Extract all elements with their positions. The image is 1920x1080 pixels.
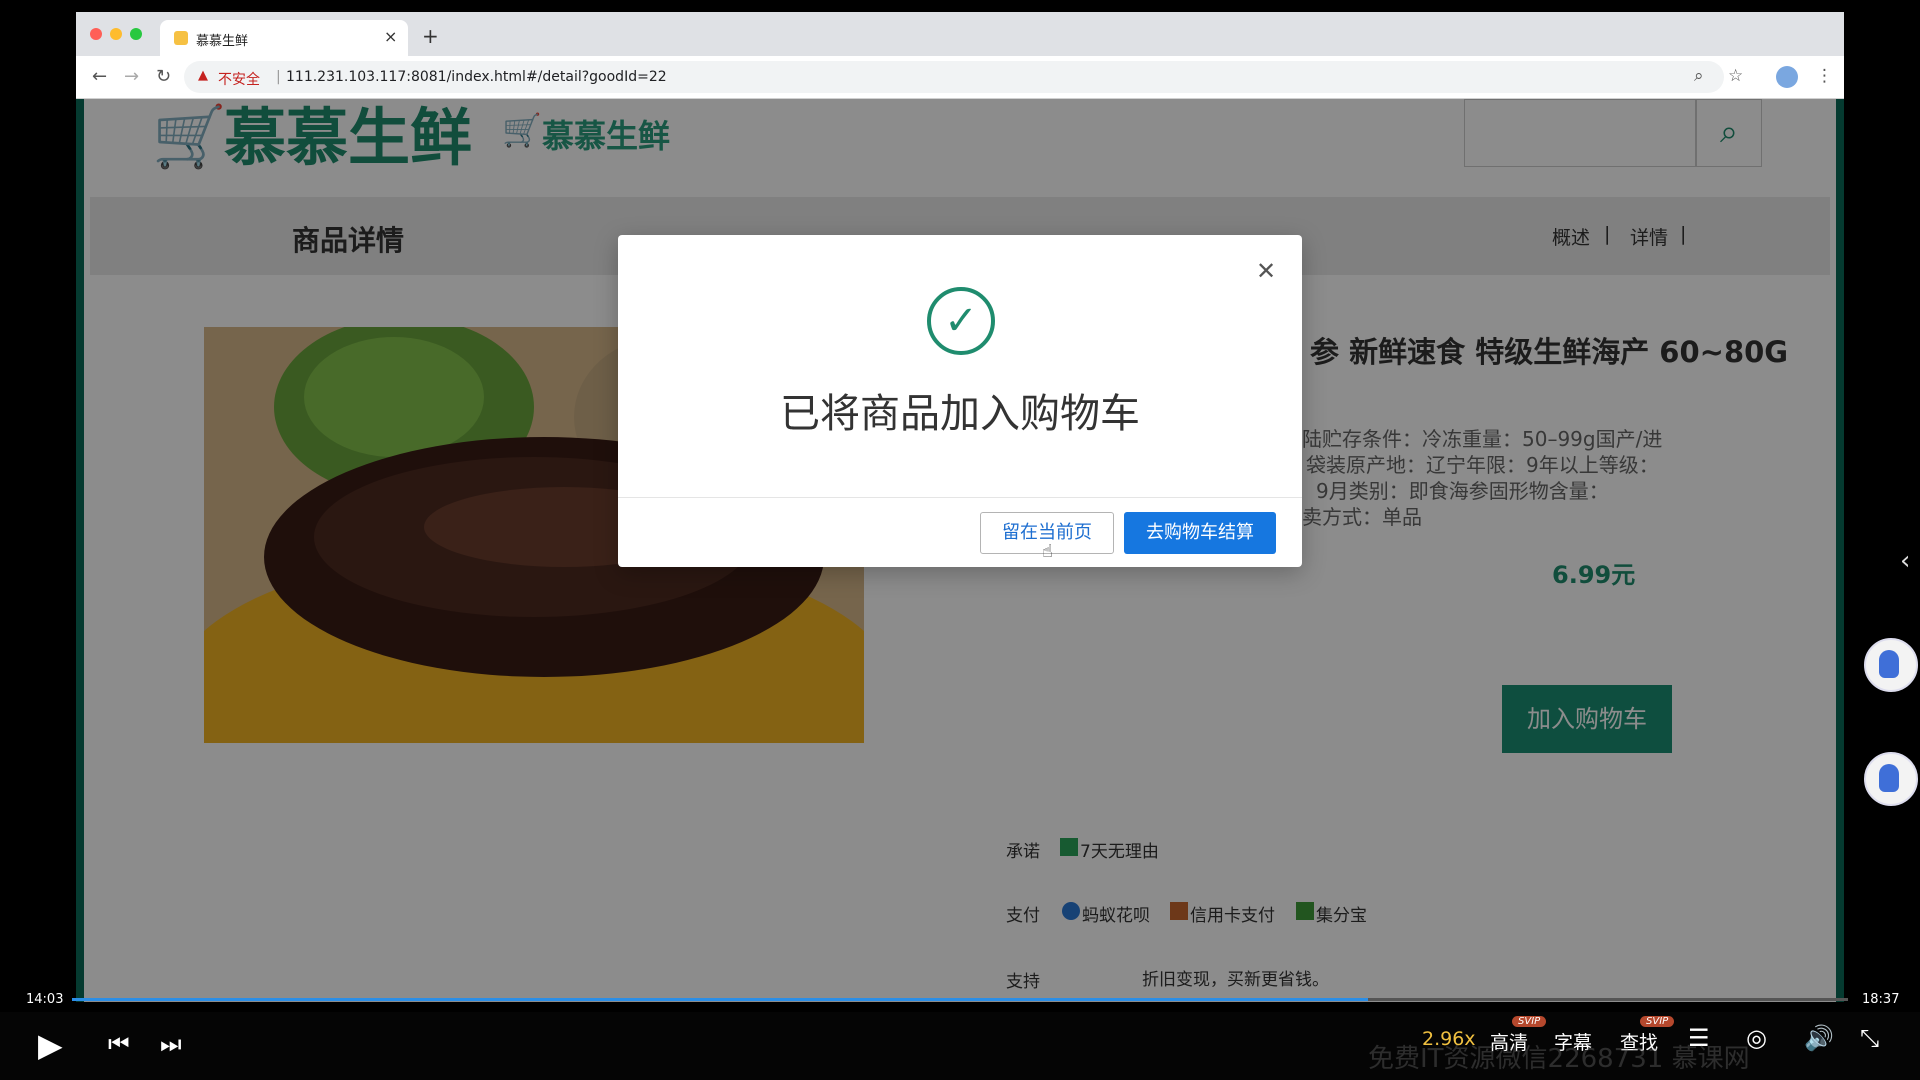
skip-back-icon[interactable]: ⏮ [108, 1030, 130, 1058]
floating-widget-button[interactable] [1864, 752, 1918, 806]
skip-forward-icon[interactable]: ⏭ [160, 1030, 182, 1058]
exit-fullscreen-icon[interactable]: ⤡ [1860, 1024, 1879, 1052]
cart-confirm-dialog: ✕ ✓ 已将商品加入购物车 留在当前页 去购物车结算 ☝ [618, 235, 1302, 567]
reload-icon[interactable]: ↻ [156, 66, 171, 87]
mouse-icon [1879, 764, 1899, 792]
check-icon: ✓ [927, 287, 995, 355]
tab-close-icon[interactable]: × [384, 27, 397, 46]
close-window-button[interactable] [90, 28, 102, 40]
browser-window: 慕慕生鲜 × + ← → ↻ ▲ 不安全 | 111.231.103.117:8… [76, 12, 1844, 1002]
svip-badge: SVIP [1512, 1016, 1547, 1027]
back-icon[interactable]: ← [92, 66, 107, 87]
minimize-window-button[interactable] [110, 28, 122, 40]
tab-title: 慕慕生鲜 [196, 34, 249, 49]
total-time: 18:37 [1862, 992, 1900, 1007]
chevron-left-icon[interactable]: ‹ [1900, 546, 1910, 576]
page-viewport: 🛒 慕慕生鲜 🛒 慕慕生鲜 ⌕ 商品详情 概述 | 详情 | 参 新鲜速食 特级… [76, 99, 1844, 1002]
tab-strip: 慕慕生鲜 × + [76, 12, 1844, 56]
progress-bar[interactable] [72, 998, 1848, 1001]
menu-kebab-icon[interactable]: ⋮ [1816, 66, 1833, 86]
forward-icon[interactable]: → [124, 66, 139, 87]
zoom-icon[interactable]: ⌕ [1694, 66, 1704, 86]
current-time: 14:03 [26, 992, 64, 1007]
url-text[interactable]: 111.231.103.117:8081/index.html#/detail?… [286, 69, 667, 85]
watermark-text: 免费IT资源微信2268731 慕课网 [1368, 1044, 1750, 1074]
not-secure-label: 不安全 [218, 72, 260, 88]
profile-avatar[interactable] [1776, 66, 1798, 88]
zoom-window-button[interactable] [130, 28, 142, 40]
url-separator: | [276, 69, 281, 85]
progress-fill [72, 998, 1369, 1001]
bookmark-star-icon[interactable]: ☆ [1728, 66, 1743, 86]
favicon-icon [174, 31, 188, 45]
omnibox[interactable]: ▲ 不安全 | 111.231.103.117:8081/index.html#… [184, 61, 1724, 93]
play-icon[interactable]: ▶ [38, 1026, 63, 1064]
floating-widget-button[interactable] [1864, 638, 1918, 692]
close-icon[interactable]: ✕ [1256, 257, 1276, 285]
svip-badge: SVIP [1640, 1016, 1675, 1027]
hand-cursor-icon: ☝ [1042, 541, 1053, 562]
browser-tab[interactable]: 慕慕生鲜 × [160, 20, 408, 56]
dialog-title: 已将商品加入购物车 [780, 391, 1140, 437]
go-to-checkout-button[interactable]: 去购物车结算 [1124, 512, 1276, 554]
mouse-icon [1879, 650, 1899, 678]
volume-icon[interactable]: 🔊 [1804, 1024, 1834, 1052]
warning-icon: ▲ [198, 68, 208, 83]
address-bar: ← → ↻ ▲ 不安全 | 111.231.103.117:8081/index… [76, 56, 1844, 99]
new-tab-button[interactable]: + [422, 24, 439, 48]
dialog-divider [618, 497, 1302, 498]
